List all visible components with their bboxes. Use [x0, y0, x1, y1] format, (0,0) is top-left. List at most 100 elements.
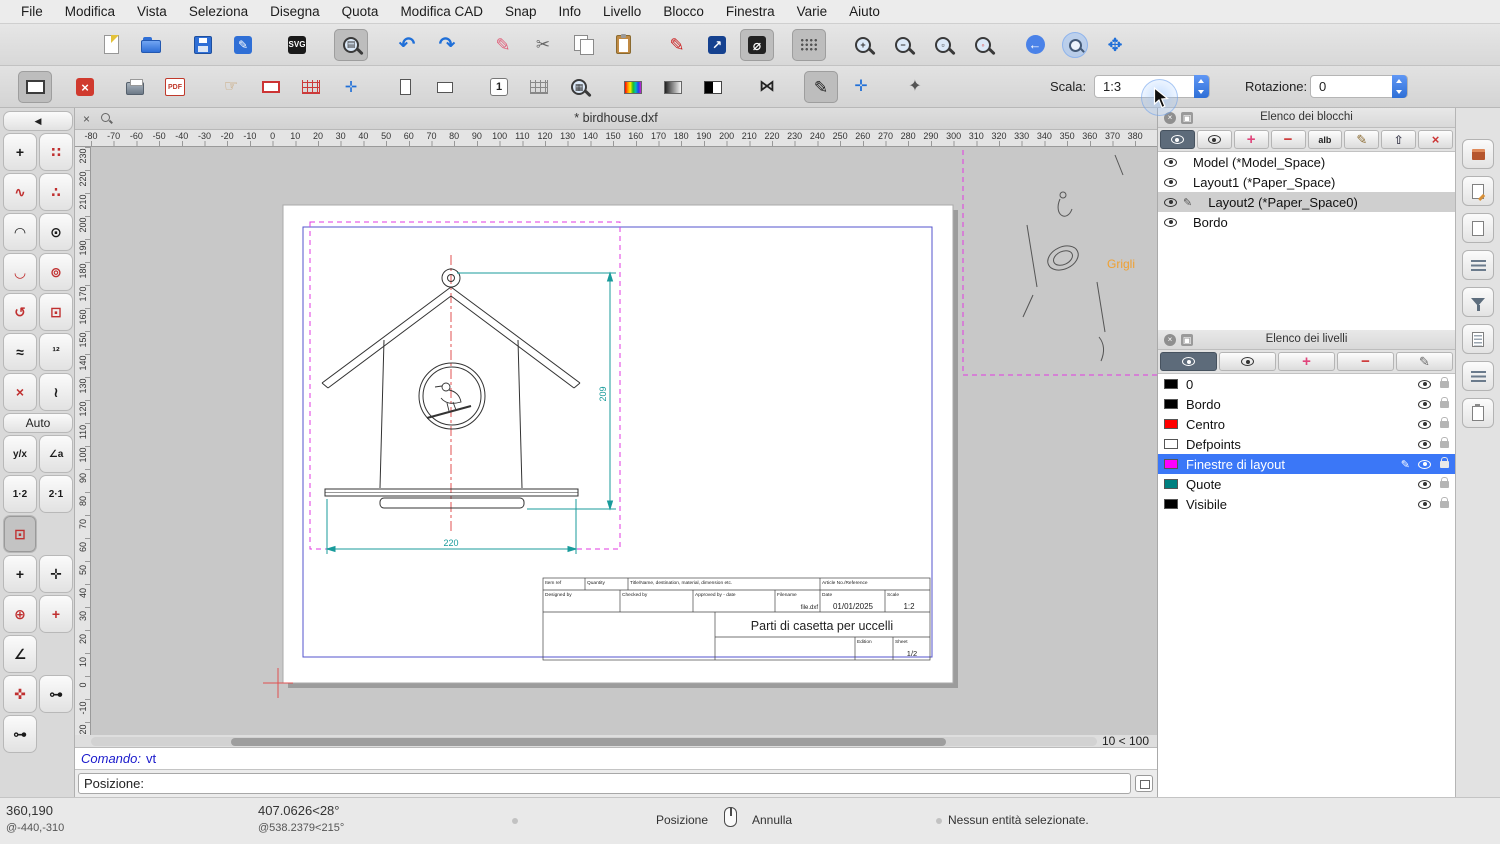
lock-icon[interactable] [1440, 396, 1449, 408]
visibility-eye-icon[interactable] [1418, 399, 1431, 409]
visibility-eye-icon[interactable] [1164, 197, 1177, 207]
library-widget-icon[interactable] [1462, 176, 1494, 206]
snap-auto[interactable]: ⊚ [39, 253, 73, 291]
lock-icon[interactable] [1440, 416, 1449, 428]
undo-button[interactable]: ↶ [390, 29, 424, 61]
block-row[interactable]: Layout1 (*Paper_Space) [1158, 172, 1455, 192]
block-visibility-all-icon[interactable] [1160, 130, 1195, 149]
menu-snap[interactable]: Snap [494, 4, 548, 19]
menu-info[interactable]: Info [548, 4, 593, 19]
viewport-center-button[interactable]: ✛ [334, 71, 368, 103]
lock-icon[interactable] [1440, 476, 1449, 488]
lock-icon[interactable] [1440, 376, 1449, 388]
draw-cross[interactable]: ✛ [39, 555, 73, 593]
grayscale-button[interactable] [656, 71, 690, 103]
save-as-button[interactable]: ✎ [226, 29, 260, 61]
drawing-canvas[interactable]: 209 220 Item ref Quantity Title/Name, de… [75, 147, 1157, 735]
empty-set-button[interactable]: ⌀ [740, 28, 774, 61]
add-point-button[interactable]: ✛ [844, 71, 878, 103]
zoom-out-button[interactable]: − [886, 29, 920, 61]
landscape-page-button[interactable] [428, 71, 462, 103]
coord-cartesian[interactable]: y/x [3, 435, 37, 473]
snap-center[interactable]: ◠ [3, 213, 37, 251]
menu-livello[interactable]: Livello [592, 4, 652, 19]
rename-block-icon[interactable]: alb [1307, 130, 1343, 149]
coord-polar[interactable]: ∠a [39, 435, 73, 473]
lineweight-button[interactable]: ⋈ [750, 71, 784, 103]
commands-widget-icon[interactable] [1462, 213, 1494, 243]
snap-free[interactable]: + [3, 133, 37, 171]
remove-layer-icon[interactable]: − [1337, 352, 1394, 371]
snap-off[interactable]: × [3, 373, 37, 411]
snap-grid[interactable]: ∷ [39, 133, 73, 171]
snap-middle-ratio[interactable]: ¹² [39, 333, 73, 371]
layer-row[interactable]: Finestre di layout ✎ [1158, 454, 1455, 474]
select-window[interactable]: ⊡ [3, 515, 37, 553]
visibility-eye-icon[interactable] [1164, 217, 1177, 227]
position-input[interactable]: Posizione: [78, 773, 1131, 794]
select-tool-button[interactable]: ↗ [700, 29, 734, 61]
print-button[interactable] [118, 71, 152, 103]
tools-button[interactable]: ✦ [898, 71, 932, 103]
layer-filter-widget-icon[interactable] [1462, 287, 1494, 317]
copy-button[interactable] [566, 29, 600, 61]
layer-row[interactable]: Bordo [1158, 394, 1455, 414]
stepper-icon[interactable] [1194, 75, 1209, 98]
command-input[interactable]: vt [146, 751, 156, 766]
key-lock[interactable]: ⊶ [3, 715, 37, 753]
menu-aiuto[interactable]: Aiuto [838, 4, 891, 19]
selection-list-widget-icon[interactable] [1462, 361, 1494, 391]
layer-row[interactable]: Defpoints [1158, 434, 1455, 454]
cut-button[interactable]: ✂ [526, 29, 560, 61]
position-expand-button[interactable] [1135, 775, 1153, 792]
pen-edit-button[interactable]: ✎ [660, 29, 694, 61]
block-row[interactable]: Bordo [1158, 212, 1455, 232]
zoom-in-button[interactable]: + [846, 29, 880, 61]
menu-modifica-cad[interactable]: Modifica CAD [389, 4, 494, 19]
collapse-tools[interactable]: ◀ [3, 111, 73, 131]
lock-icon[interactable] [1440, 496, 1449, 508]
draw-mark[interactable]: + [39, 595, 73, 633]
black-white-button[interactable] [696, 71, 730, 103]
menu-file[interactable]: File [10, 4, 54, 19]
key-tool[interactable]: ⊶ [39, 675, 73, 713]
lock-icon[interactable] [1440, 456, 1449, 468]
command-line[interactable]: Comando: vt [75, 748, 1157, 770]
draw-point[interactable]: + [3, 555, 37, 593]
snap-reference[interactable]: ⊕ [3, 595, 37, 633]
snap-middle[interactable]: ⊙ [39, 213, 73, 251]
block-row[interactable]: ✎ Layout2 (*Paper_Space0) [1158, 192, 1455, 212]
block-row[interactable]: Model (*Model_Space) [1158, 152, 1455, 172]
open-file-button[interactable] [134, 29, 168, 61]
scale-ratio-1-2[interactable]: 1·2 [3, 475, 37, 513]
zoom-previous-button[interactable]: ← [1018, 29, 1052, 61]
snap-on-entity[interactable]: ∴ [39, 173, 73, 211]
menu-seleziona[interactable]: Seleziona [178, 4, 259, 19]
add-block-icon[interactable]: + [1233, 130, 1269, 149]
menu-disegna[interactable]: Disegna [259, 4, 331, 19]
edit-layer-icon[interactable]: ✎ [1396, 352, 1453, 371]
menu-varie[interactable]: Varie [786, 4, 839, 19]
menu-quota[interactable]: Quota [331, 4, 390, 19]
zoom-window-button[interactable] [1058, 29, 1092, 61]
paste-button[interactable] [606, 29, 640, 61]
snap-endpoint[interactable]: ∿ [3, 173, 37, 211]
restrict-horizontal[interactable]: ⊡ [39, 293, 73, 331]
block-visibility-icon[interactable] [1196, 130, 1232, 149]
draw-frame-button[interactable] [254, 71, 288, 103]
visibility-eye-icon[interactable] [1418, 379, 1431, 389]
menu-finestra[interactable]: Finestra [715, 4, 786, 19]
snap-exclusive[interactable]: ≀ [39, 373, 73, 411]
visibility-eye-icon[interactable] [1418, 479, 1431, 489]
svg-export-button[interactable]: SVG [280, 29, 314, 61]
clipboard-widget-icon[interactable] [1462, 398, 1494, 428]
rotazione-dropdown[interactable]: 0 [1310, 75, 1408, 98]
color-palette-button[interactable] [616, 71, 650, 103]
blocks-widget-icon[interactable] [1462, 139, 1494, 169]
properties-widget-icon[interactable] [1462, 324, 1494, 354]
layer-row[interactable]: 0 [1158, 374, 1455, 394]
lock-icon[interactable] [1440, 436, 1449, 448]
close-viewport-button[interactable]: × [68, 71, 102, 103]
pdf-export-button[interactable]: PDF [158, 71, 192, 103]
layer-row[interactable]: Visibile [1158, 494, 1455, 514]
